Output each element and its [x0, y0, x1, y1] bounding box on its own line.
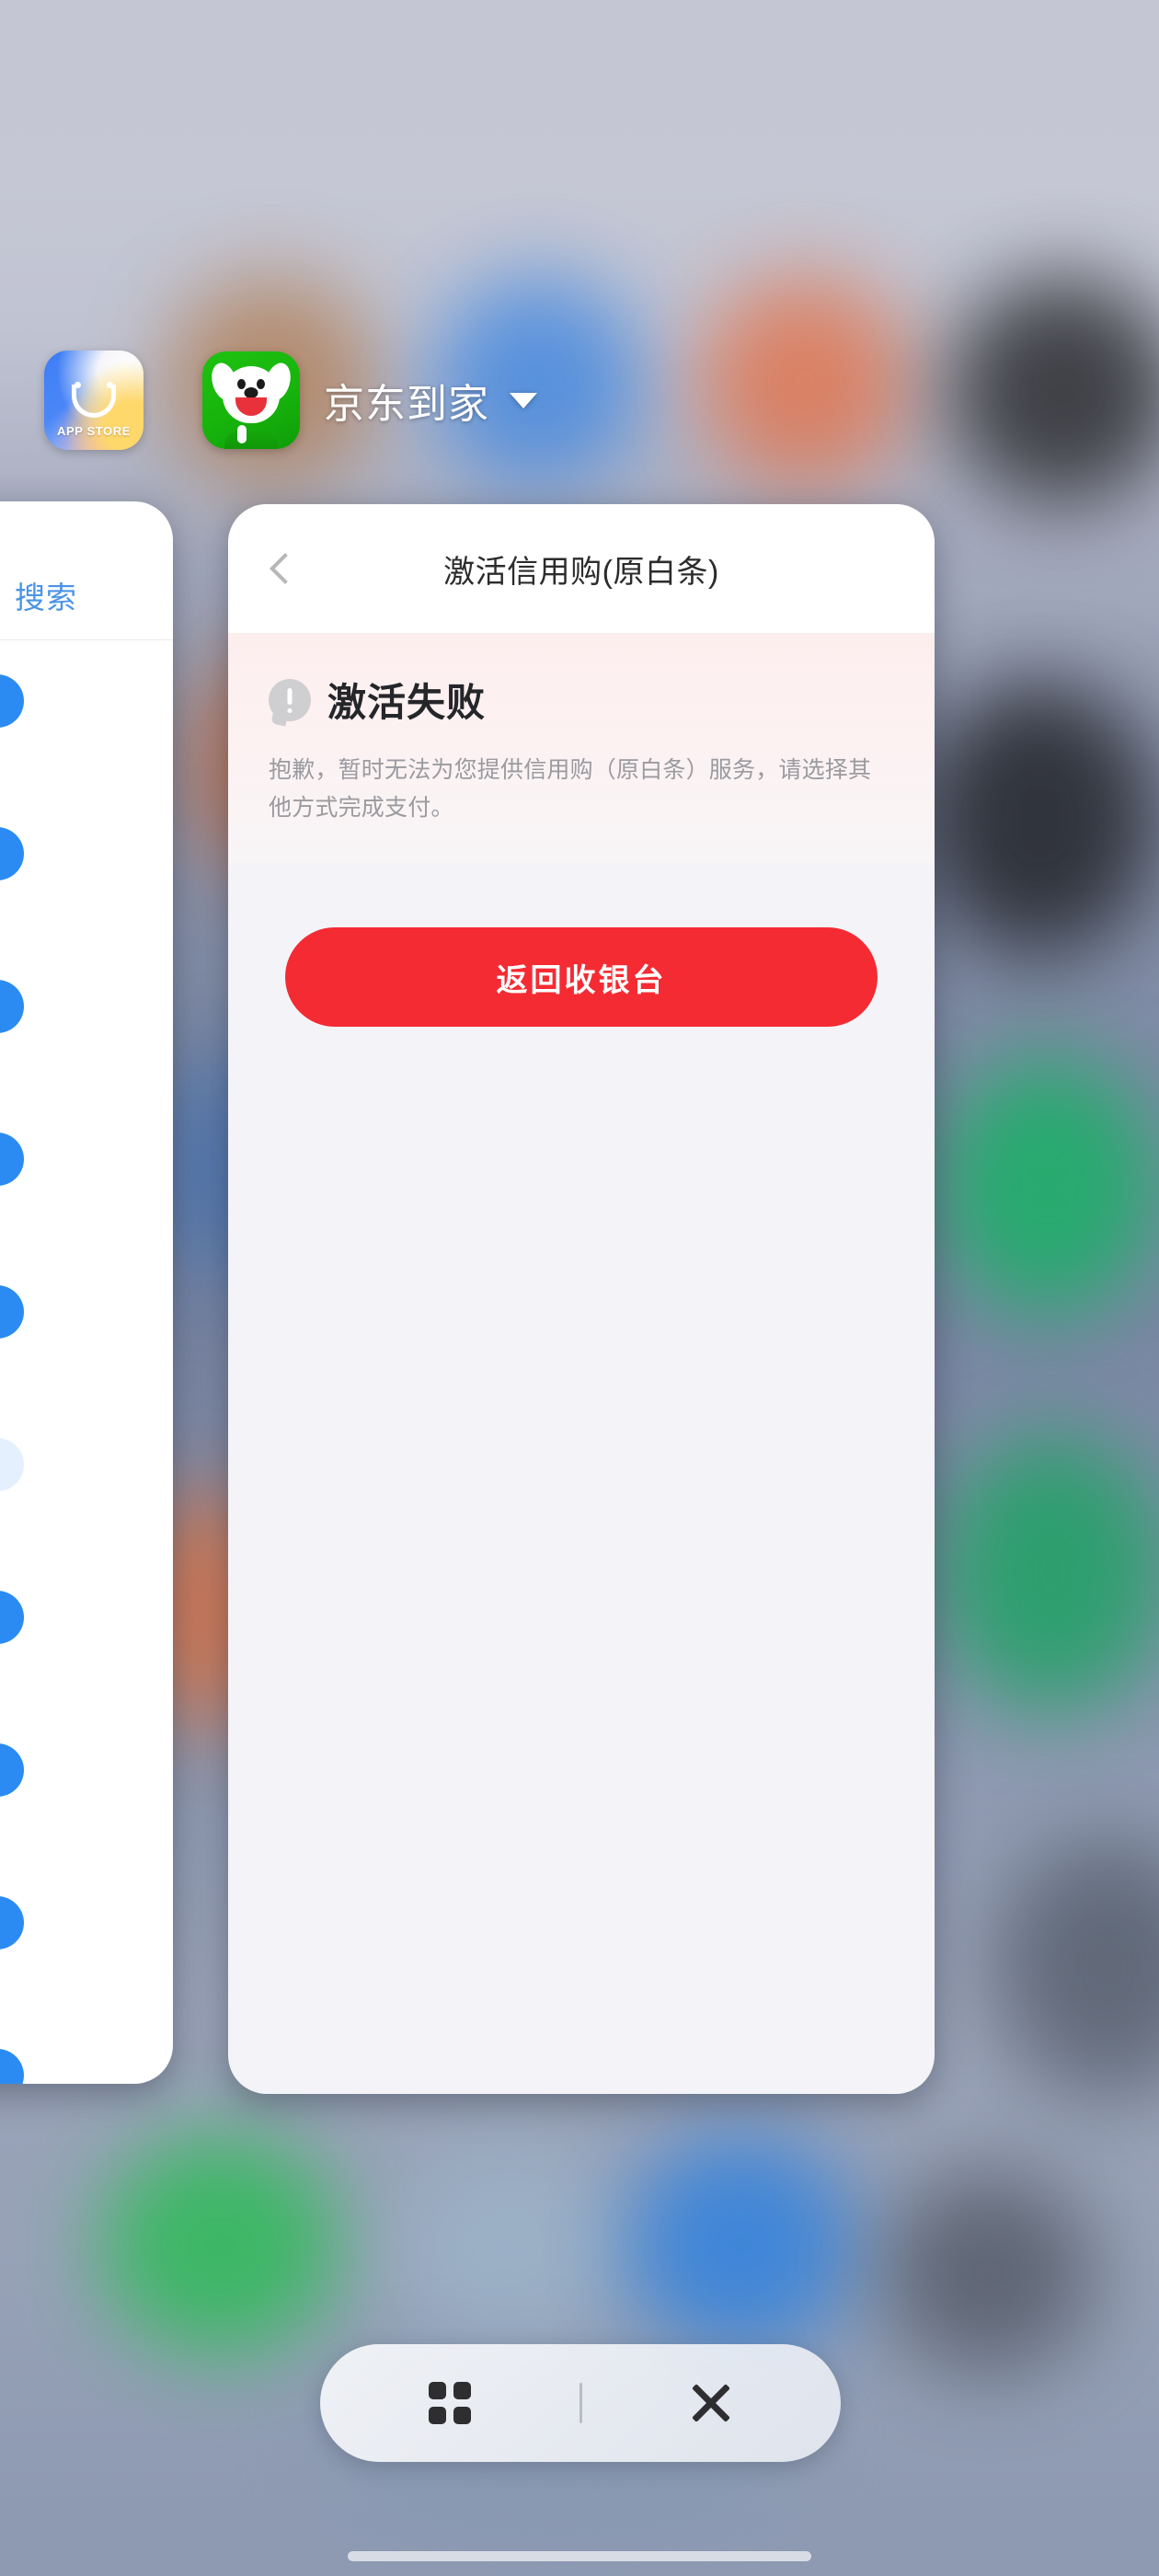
- install-button[interactable]: 安装: [0, 674, 24, 728]
- list-item[interactable]: 安装: [0, 2016, 173, 2084]
- recents-screen: APP STORE 京东到家 搜索 安装安装安装安装安装打开安装安装安装安装: [0, 0, 1159, 2576]
- error-heading-row: 激活失败: [269, 672, 894, 728]
- list-item[interactable]: 安装: [0, 947, 173, 1099]
- list-item[interactable]: 安装: [0, 1252, 173, 1405]
- tab-search[interactable]: 搜索: [15, 573, 77, 617]
- chevron-down-icon[interactable]: [510, 392, 537, 408]
- install-button[interactable]: 安装: [0, 827, 24, 880]
- app-header: APP STORE 京东到家: [0, 340, 1159, 460]
- app-store-icon-label: APP STORE: [56, 424, 132, 438]
- list-item[interactable]: 安装: [0, 641, 173, 794]
- install-button[interactable]: 安装: [0, 980, 24, 1033]
- grid-icon: [428, 2382, 471, 2424]
- close-icon: [689, 2381, 733, 2425]
- install-button[interactable]: 安装: [0, 1896, 24, 1949]
- install-button[interactable]: 安装: [0, 2049, 24, 2084]
- recents-card-jd-daojia[interactable]: 激活信用购(原白条) 激活失败 抱歉，暂时无法为您提供信用购（原白条）服务，请选…: [228, 504, 935, 2094]
- list-item[interactable]: 安装: [0, 1558, 173, 1710]
- return-to-cashier-button[interactable]: 返回收银台: [285, 927, 878, 1027]
- error-banner: 激活失败 抱歉，暂时无法为您提供信用购（原白条）服务，请选择其他方式完成支付。: [228, 633, 935, 863]
- jd-daojia-app-icon[interactable]: [202, 351, 300, 449]
- open-button[interactable]: 打开: [0, 1438, 24, 1491]
- page-title: 激活信用购(原白条): [443, 554, 719, 590]
- list-item[interactable]: 安装: [0, 1099, 173, 1252]
- recents-card-app-store[interactable]: 搜索 安装安装安装安装安装打开安装安装安装安装: [0, 501, 173, 2084]
- install-button[interactable]: 安装: [0, 1591, 24, 1644]
- exclamation-bubble-icon: [269, 678, 311, 726]
- error-description: 抱歉，暂时无法为您提供信用购（原白条）服务，请选择其他方式完成支付。: [269, 757, 872, 821]
- install-button[interactable]: 安装: [0, 1133, 24, 1186]
- navigation-bar: 激活信用购(原白条): [228, 504, 935, 633]
- install-button[interactable]: 安装: [0, 1285, 24, 1339]
- app-store-topbar: 搜索: [0, 538, 173, 640]
- app-list[interactable]: 安装安装安装安装安装打开安装安装安装安装: [0, 641, 173, 2084]
- shopping-bag-icon: [72, 381, 116, 418]
- app-name-label: 京东到家: [324, 382, 489, 427]
- list-item[interactable]: 打开: [0, 1405, 173, 1558]
- app-store-icon[interactable]: APP STORE: [44, 351, 143, 450]
- list-item[interactable]: 安装: [0, 1863, 173, 2016]
- close-all-button[interactable]: [582, 2344, 842, 2462]
- list-item[interactable]: 安装: [0, 794, 173, 947]
- app-grid-button[interactable]: [320, 2344, 580, 2462]
- install-button[interactable]: 安装: [0, 1743, 24, 1797]
- list-item[interactable]: 安装: [0, 1710, 173, 1863]
- recents-toolbar: [320, 2344, 841, 2462]
- chevron-left-icon[interactable]: [250, 536, 315, 601]
- error-title: 激活失败: [327, 681, 487, 724]
- home-indicator[interactable]: [348, 2551, 811, 2561]
